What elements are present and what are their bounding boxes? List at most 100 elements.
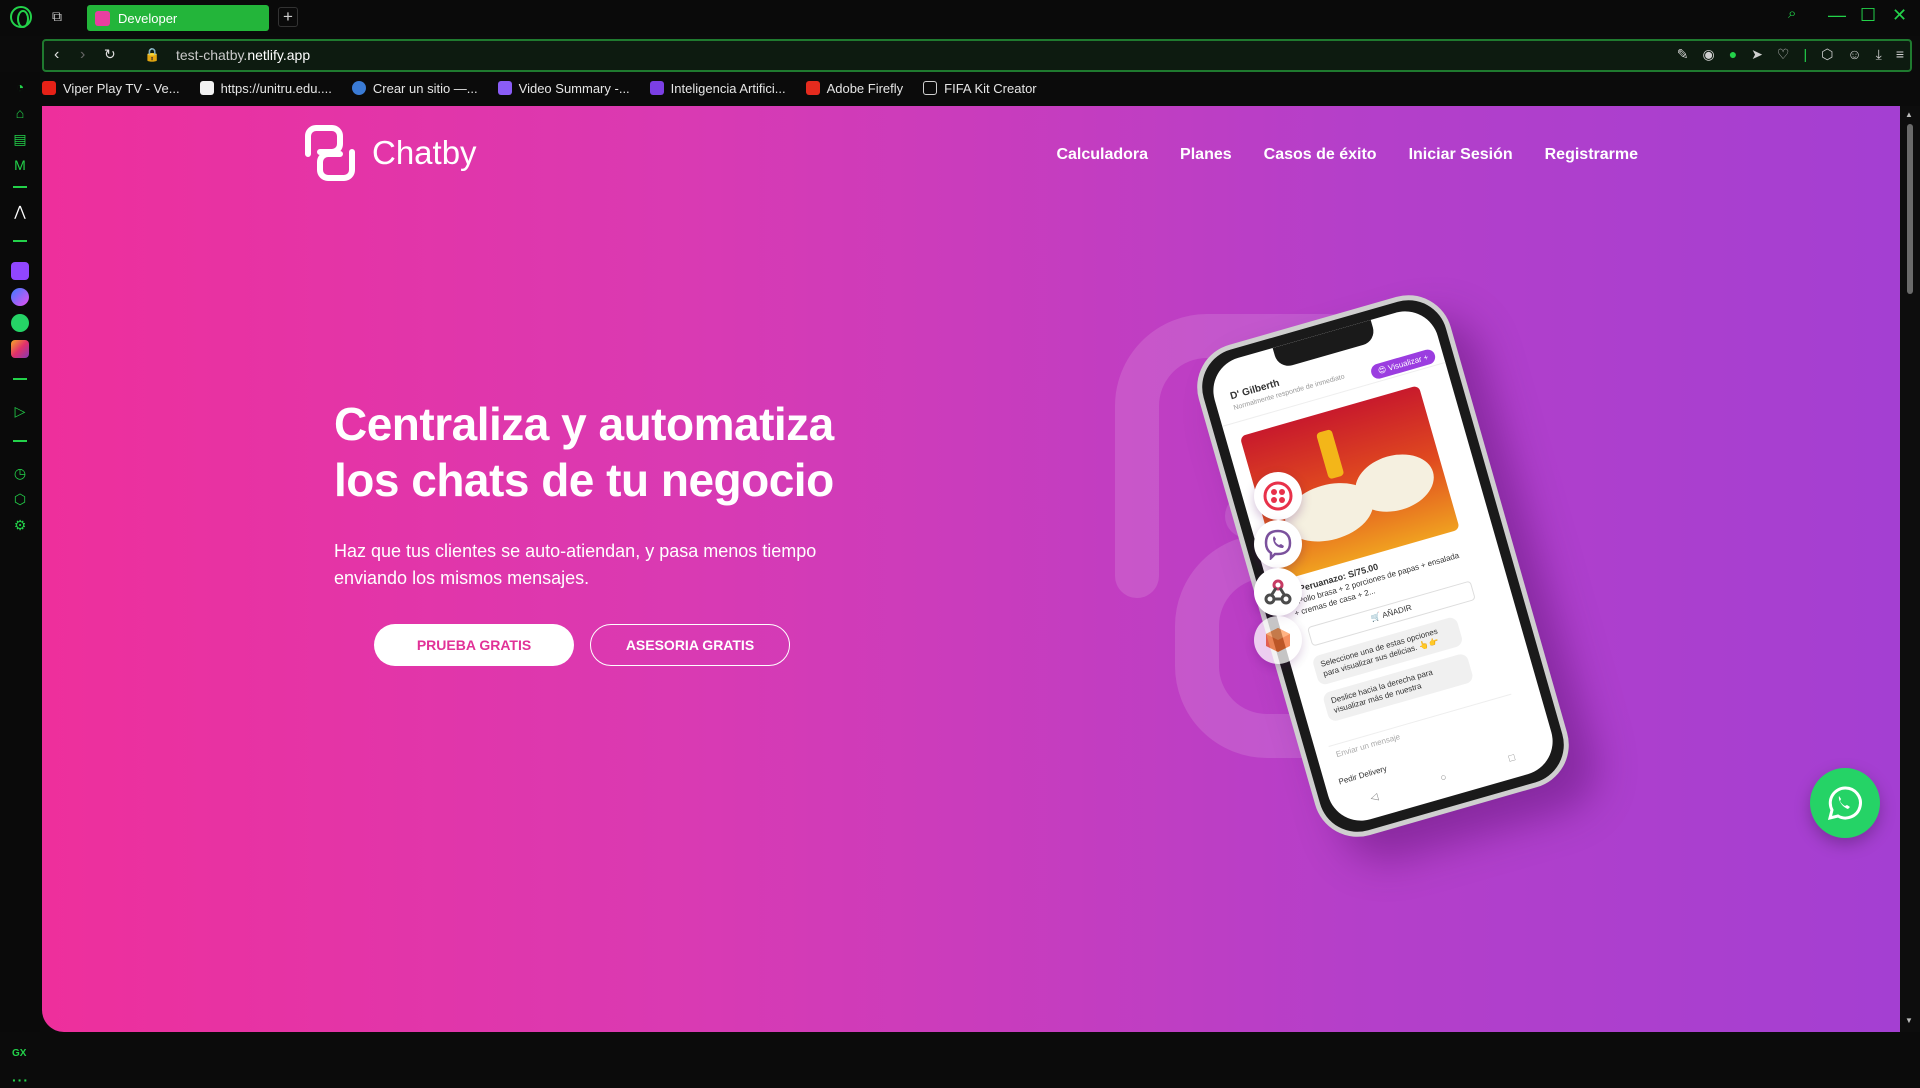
bookmark-item[interactable]: Inteligencia Artifici...	[649, 80, 786, 96]
scroll-up-icon[interactable]: ▲	[1905, 110, 1913, 119]
scroll-thumb[interactable]	[1907, 124, 1913, 294]
more-dots-icon[interactable]: ···	[12, 1072, 29, 1088]
profile-icon[interactable]: ☺	[1847, 46, 1861, 63]
url-domain: netlify.app	[247, 47, 311, 63]
send-icon[interactable]: ➤	[1751, 46, 1763, 63]
home-circle-icon: ○	[1439, 771, 1449, 785]
site-nav: Calculadora Planes Casos de éxito Inicia…	[1056, 146, 1638, 164]
bookmark-label: FIFA Kit Creator	[944, 80, 1037, 96]
sidebar-separator	[13, 186, 27, 188]
opera-gx-logo-icon[interactable]	[10, 6, 32, 28]
history-icon[interactable]: ◷	[11, 464, 29, 482]
instagram-icon[interactable]	[11, 340, 29, 358]
twitch-icon[interactable]	[11, 262, 29, 280]
browser-sidebar: ◔ ⌂ ▤ M ⋀ ▷ ◷ ⬡ ⚙ GX ···	[0, 72, 40, 1088]
hot-tabs-icon[interactable]: M	[11, 156, 29, 174]
whatsapp-icon	[1827, 786, 1862, 821]
settings-gear-icon[interactable]: ⚙	[11, 516, 29, 534]
nav-registrarme[interactable]: Registrarme	[1545, 146, 1638, 164]
reload-icon[interactable]: ↻	[104, 46, 116, 63]
bookmark-label: Inteligencia Artifici...	[670, 80, 786, 96]
prueba-gratis-button[interactable]: PRUEBA GRATIS	[374, 624, 574, 666]
adobe-icon	[805, 81, 820, 95]
page-icon	[199, 81, 214, 95]
bookmark-item[interactable]: https://unitru.edu....	[199, 81, 332, 96]
separator-icon: |	[1803, 46, 1808, 62]
youtube-icon	[42, 81, 56, 95]
maximize-button[interactable]: ☐	[1860, 5, 1876, 26]
url-text[interactable]: test-chatby.netlify.app	[176, 47, 310, 63]
bookmarks-bar: Viper Play TV - Ve... https://unitru.edu…	[42, 76, 1037, 100]
page-scrollbar[interactable]: ▲ ▼	[1900, 106, 1920, 1032]
browser-titlebar: ⧉ Developer + ⌕ — ☐ ✕	[0, 0, 1920, 36]
bookmark-label: Crear un sitio —...	[372, 80, 478, 96]
recent-square-icon: □	[1507, 752, 1517, 765]
camera-icon[interactable]: ◉	[1702, 46, 1714, 63]
bookmark-item[interactable]: FIFA Kit Creator	[923, 80, 1037, 96]
lock-icon[interactable]: 🔒	[144, 47, 160, 63]
minimize-button[interactable]: —	[1828, 5, 1846, 26]
chatby-logo-icon	[305, 125, 355, 181]
webhook-icon	[1254, 568, 1302, 616]
brand-name: Chatby	[372, 134, 477, 171]
pedir-delivery-label: Pedir Delivery	[1337, 763, 1388, 787]
close-button[interactable]: ✕	[1892, 5, 1907, 26]
nav-calculadora[interactable]: Calculadora	[1056, 146, 1148, 164]
tab-islands-icon[interactable]: ⧉	[52, 8, 62, 25]
back-triangle-icon: ◁	[1369, 791, 1380, 805]
back-icon[interactable]: ‹	[54, 46, 59, 64]
viber-icon	[1254, 520, 1302, 568]
vpn-shield-icon[interactable]: ●	[1729, 46, 1737, 63]
asesoria-gratis-button[interactable]: ASESORIA GRATIS	[590, 624, 790, 666]
whatsapp-sidebar-icon[interactable]	[11, 314, 29, 332]
url-prefix: test-chatby.	[176, 47, 248, 63]
bottle-shape	[1315, 428, 1345, 480]
sidebar-separator	[13, 440, 27, 442]
sidebar-separator	[13, 240, 27, 242]
scroll-down-icon[interactable]: ▼	[1905, 1016, 1913, 1025]
extensions-icon[interactable]: ⬡	[11, 490, 29, 508]
new-tab-button[interactable]: +	[278, 7, 298, 27]
twilio-icon	[1254, 472, 1302, 520]
edit-icon[interactable]: ✎	[1677, 46, 1689, 63]
hero-subtitle: Haz que tus clientes se auto-atiendan, y…	[334, 541, 817, 588]
bookmark-item[interactable]: Crear un sitio —...	[351, 80, 478, 96]
tab-developer[interactable]: Developer	[87, 5, 269, 31]
messenger-icon[interactable]	[11, 288, 29, 306]
gx-corner-icon[interactable]: GX	[12, 1048, 26, 1059]
hex-icon	[649, 81, 664, 95]
forward-icon[interactable]: ›	[80, 46, 85, 64]
bookmark-item[interactable]: Video Summary -...	[497, 81, 630, 96]
bookmark-label: Viper Play TV - Ve...	[63, 80, 180, 96]
sidebar-separator	[13, 378, 27, 380]
extensions-cube-icon[interactable]: ⬡	[1821, 46, 1833, 63]
chatby-favicon-icon	[95, 10, 110, 26]
chatby-logo[interactable]: Chatby	[302, 124, 477, 182]
address-bar[interactable]: ‹ › ↻ 🔒 test-chatby.netlify.app ✎ ◉ ● ➤ …	[42, 39, 1912, 72]
shirt-icon	[923, 81, 938, 95]
phone-nav-bar: ◁ ○ □	[1369, 752, 1516, 804]
bookmark-item[interactable]: Adobe Firefly	[805, 80, 904, 96]
tab-title: Developer	[118, 10, 178, 26]
aria-icon[interactable]: ⋀	[11, 202, 29, 220]
twitch-drops-icon[interactable]: ▤	[11, 130, 29, 148]
gx-cleaner-icon[interactable]: ⌂	[11, 104, 29, 122]
address-bar-actions: ✎ ◉ ● ➤ ♡ | ⬡ ☺ ⤓ ≡	[1677, 46, 1904, 63]
gx-control-icon[interactable]: ◔	[11, 78, 29, 96]
player-icon[interactable]: ▷	[11, 402, 29, 420]
nav-casos-de-exito[interactable]: Casos de éxito	[1264, 146, 1377, 164]
nav-planes[interactable]: Planes	[1180, 146, 1232, 164]
whatsapp-fab-button[interactable]	[1810, 768, 1880, 838]
wordpress-icon	[351, 81, 366, 95]
bookmark-label: Adobe Firefly	[826, 80, 904, 96]
v-icon	[497, 81, 512, 95]
hero-title: Centraliza y automatiza los chats de tu …	[334, 398, 834, 506]
menu-icon[interactable]: ≡	[1896, 46, 1904, 63]
nav-iniciar-sesion[interactable]: Iniciar Sesión	[1409, 146, 1513, 164]
bookmark-item[interactable]: Viper Play TV - Ve...	[42, 81, 180, 96]
chatby-landing-page: Chatby Calculadora Planes Casos de éxito…	[42, 106, 1900, 1032]
heart-icon[interactable]: ♡	[1777, 46, 1790, 63]
download-icon[interactable]: ⤓	[1876, 46, 1882, 63]
search-icon[interactable]: ⌕	[1788, 5, 1796, 22]
cube-icon	[1254, 616, 1302, 664]
